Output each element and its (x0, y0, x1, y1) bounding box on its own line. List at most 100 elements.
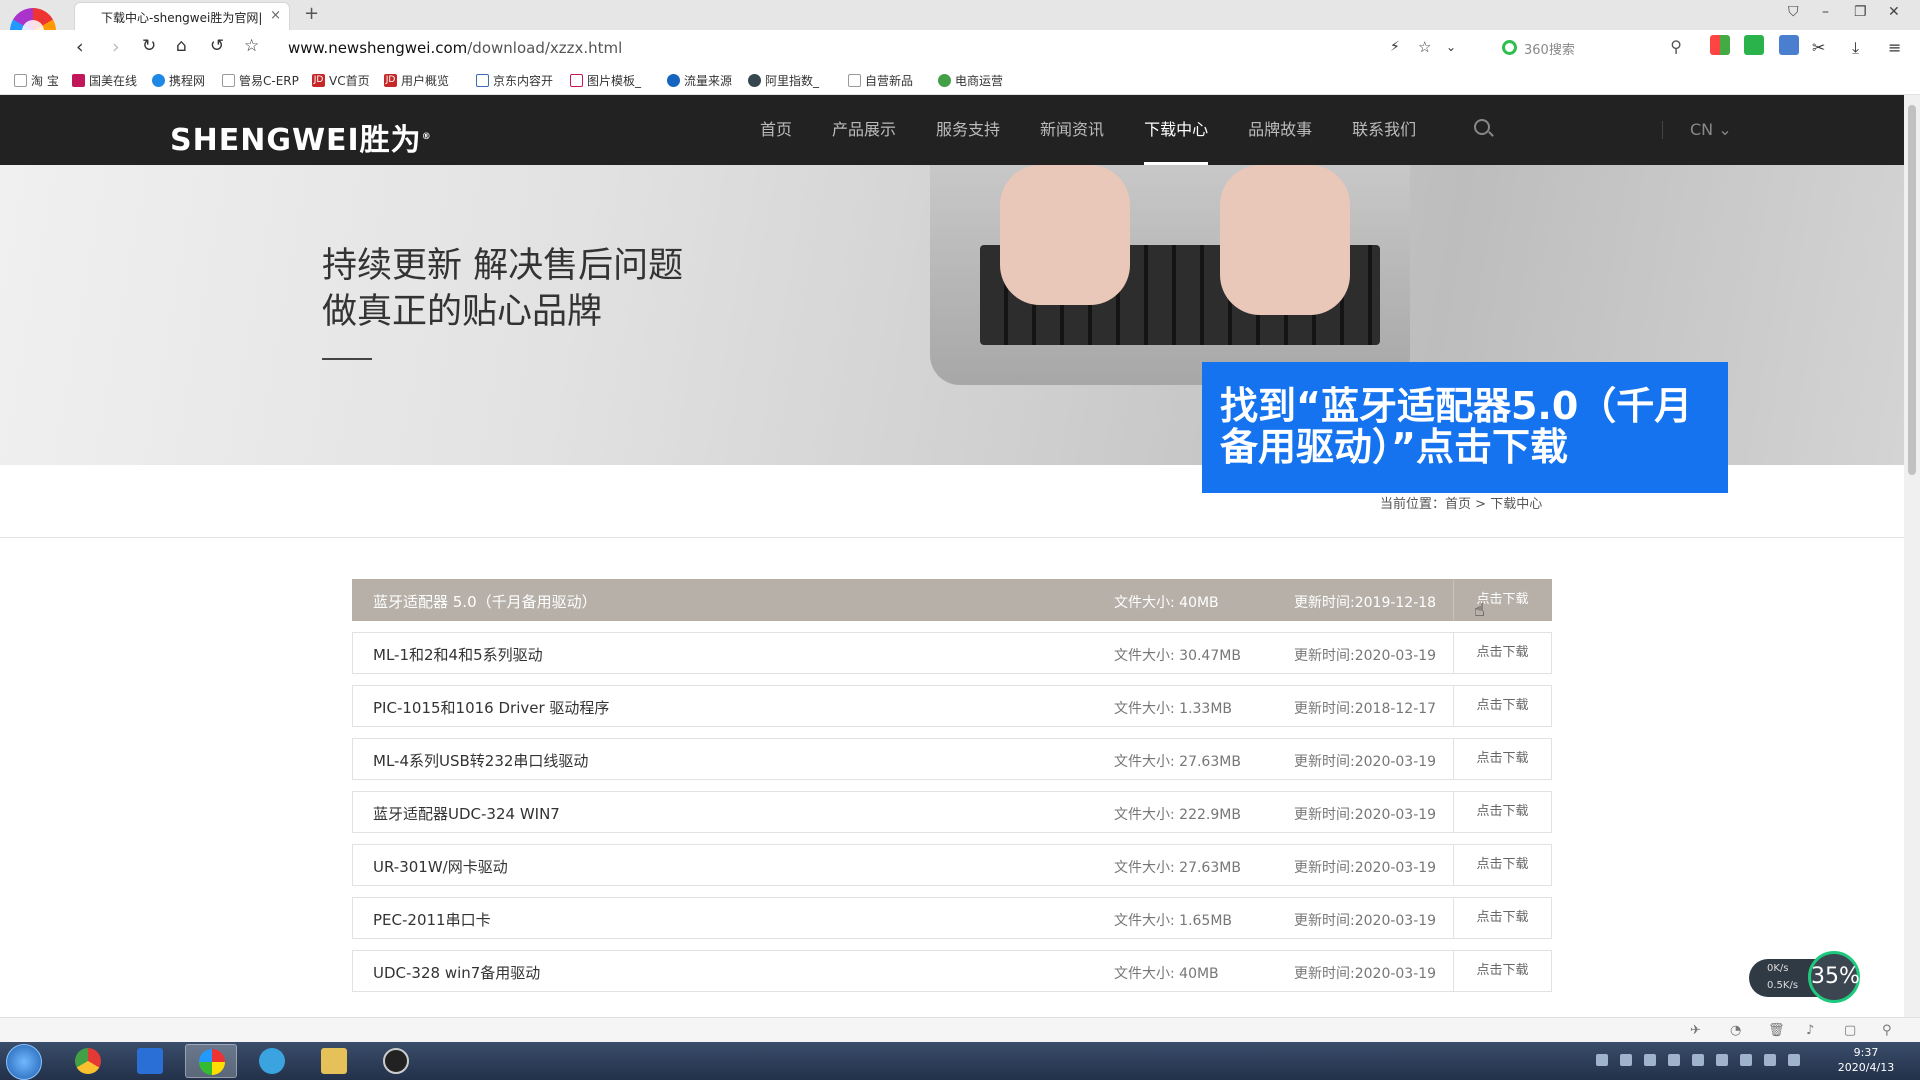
favorite-star-icon[interactable]: ☆ (244, 36, 259, 56)
download-name[interactable]: PEC-2011串口卡 (373, 909, 491, 930)
download-name[interactable]: 蓝牙适配器 5.0（千月备用驱动） (373, 591, 597, 612)
bookmark-item[interactable]: 流量来源 (667, 72, 732, 89)
download-button[interactable]: 点击下载 (1453, 633, 1551, 673)
bookmark-item[interactable]: 淘 宝 (14, 72, 59, 89)
tray-shield-icon[interactable] (1668, 1054, 1680, 1066)
forward-icon[interactable]: › (112, 36, 120, 58)
taskbar-explorer[interactable] (308, 1044, 360, 1078)
download-name[interactable]: UR-301W/网卡驱动 (373, 856, 508, 877)
page-scrollbar[interactable] (1904, 95, 1920, 1017)
download-row[interactable]: PEC-2011串口卡 文件大小: 1.65MB 更新时间:2020-03-19… (352, 897, 1552, 939)
restore-icon[interactable]: ❐ (1854, 4, 1867, 20)
start-button[interactable] (6, 1044, 42, 1080)
nav-home[interactable]: 首页 (760, 95, 792, 165)
back-icon[interactable]: ‹ (76, 36, 84, 58)
download-icon[interactable]: ⤓ (1852, 38, 1859, 58)
nav-service[interactable]: 服务支持 (936, 95, 1000, 165)
bookmark-label: 用户概览 (401, 74, 450, 88)
tray-network-icon[interactable] (1692, 1054, 1704, 1066)
tray-flag-icon[interactable] (1788, 1054, 1800, 1066)
extension-icon[interactable] (1779, 35, 1799, 55)
nav-contact[interactable]: 联系我们 (1352, 95, 1416, 165)
download-name[interactable]: 蓝牙适配器UDC-324 WIN7 (373, 803, 560, 824)
download-button[interactable]: 点击下载 (1453, 792, 1551, 832)
download-button[interactable]: 点击下载 (1453, 739, 1551, 779)
bookmark-item[interactable]: JD VC首页 (312, 72, 370, 89)
taskbar-360-browser[interactable] (185, 1044, 237, 1078)
download-row[interactable]: ML-4系列USB转232串口线驱动 文件大小: 27.63MB 更新时间:20… (352, 738, 1552, 780)
bookmark-item[interactable]: 图片模板_ (570, 72, 641, 89)
chevron-down-icon[interactable]: ⌄ (1446, 40, 1456, 54)
download-row[interactable]: UR-301W/网卡驱动 文件大小: 27.63MB 更新时间:2020-03-… (352, 844, 1552, 886)
tray-app-icon[interactable] (1716, 1054, 1728, 1066)
nav-products[interactable]: 产品展示 (832, 95, 896, 165)
url-field[interactable]: www.newshengwei.com/download/xzzx.html (288, 39, 622, 57)
search-box[interactable]: 360搜索 ⚲ (1490, 35, 1690, 61)
taskbar-obs[interactable] (370, 1044, 422, 1078)
language-selector[interactable]: CN ⌄ (1690, 120, 1732, 139)
download-row[interactable]: 蓝牙适配器 5.0（千月备用驱动） 文件大小: 40MB 更新时间:2019-1… (352, 579, 1552, 621)
tray-volume-icon[interactable] (1764, 1054, 1776, 1066)
scissors-icon[interactable]: ✂ (1812, 38, 1825, 57)
bookmark-item[interactable]: 携程网 (152, 72, 205, 89)
nav-news[interactable]: 新闻资讯 (1040, 95, 1104, 165)
scrollbar-thumb[interactable] (1908, 105, 1916, 475)
taskbar-clock[interactable]: 9:37 2020/4/13 (1836, 1045, 1896, 1075)
tray-security-icon[interactable] (1644, 1054, 1656, 1066)
tray-wifi-icon[interactable] (1740, 1054, 1752, 1066)
download-row[interactable]: PIC-1015和1016 Driver 驱动程序 文件大小: 1.33MB 更… (352, 685, 1552, 727)
download-name[interactable]: PIC-1015和1016 Driver 驱动程序 (373, 697, 609, 718)
download-row[interactable]: UDC-328 win7备用驱动 文件大小: 40MB 更新时间:2020-03… (352, 950, 1552, 992)
skin-icon[interactable]: ⛉ (1788, 4, 1799, 20)
download-button[interactable]: 点击下载 (1453, 845, 1551, 885)
window-icon[interactable]: ▢ (1844, 1023, 1856, 1038)
close-window-icon[interactable]: ✕ (1888, 4, 1900, 20)
taskbar-jdm[interactable] (124, 1044, 176, 1078)
bookmark-item[interactable]: JD 用户概览 (384, 72, 449, 89)
bookmark-star-icon[interactable]: ☆ (1418, 38, 1431, 56)
download-name[interactable]: UDC-328 win7备用驱动 (373, 962, 540, 983)
undo-close-icon[interactable]: ↺ (210, 36, 224, 56)
zoom-icon[interactable]: ⚲ (1882, 1023, 1892, 1038)
new-tab-icon[interactable]: + (304, 3, 319, 24)
site-logo[interactable]: SHENGWEI胜为® (170, 115, 432, 159)
page-icon (848, 74, 861, 87)
apps-icon[interactable] (1710, 35, 1730, 55)
bookmark-item[interactable]: 阿里指数_ (748, 72, 819, 89)
nav-downloads[interactable]: 下载中心 (1144, 95, 1209, 165)
bookmark-item[interactable]: 电商运营 (938, 72, 1003, 89)
search-icon[interactable]: ⚲ (1670, 37, 1682, 56)
close-tab-icon[interactable]: × (270, 8, 281, 23)
bookmark-item[interactable]: 自营新品 (848, 72, 913, 89)
download-button[interactable]: 点击下载 (1453, 580, 1551, 620)
wechat-icon[interactable] (1744, 35, 1764, 55)
trash-icon[interactable]: 🗑 (1768, 1023, 1785, 1038)
minimize-icon[interactable]: – (1822, 4, 1829, 20)
download-button[interactable]: 点击下载 (1453, 898, 1551, 938)
rocket-icon[interactable]: ✈ (1690, 1023, 1701, 1038)
download-row[interactable]: 蓝牙适配器UDC-324 WIN7 文件大小: 222.9MB 更新时间:202… (352, 791, 1552, 833)
bookmark-item[interactable]: 京东内容开 (476, 72, 553, 89)
download-row[interactable]: ML-1和2和4和5系列驱动 文件大小: 30.47MB 更新时间:2020-0… (352, 632, 1552, 674)
tray-keyboard-icon[interactable] (1596, 1054, 1608, 1066)
download-button[interactable]: 点击下载 (1453, 686, 1551, 726)
network-speed-widget[interactable]: 0K/s 0.5K/s 35% (1749, 951, 1860, 1003)
reload-icon[interactable]: ↻ (142, 36, 156, 56)
volume-icon[interactable]: ♪ (1806, 1023, 1814, 1038)
bookmark-item[interactable]: 管易C-ERP (222, 72, 299, 89)
lightning-icon[interactable]: ⚡ (1390, 39, 1400, 55)
home-icon[interactable]: ⌂ (176, 36, 187, 56)
download-button[interactable]: 点击下载 (1453, 951, 1551, 991)
menu-icon[interactable]: ≡ (1888, 38, 1901, 57)
taskbar-chrome[interactable] (62, 1044, 114, 1078)
bookmark-item[interactable]: 国美在线 (72, 72, 137, 89)
download-name[interactable]: ML-1和2和4和5系列驱动 (373, 644, 543, 665)
download-name[interactable]: ML-4系列USB转232串口线驱动 (373, 750, 588, 771)
breadcrumb-home-link[interactable]: 首页 (1445, 497, 1471, 512)
taskbar-qq[interactable] (246, 1044, 298, 1078)
nav-brand-story[interactable]: 品牌故事 (1248, 95, 1312, 165)
browser-tab[interactable]: 下载中心-shengwei胜为官网| × (74, 2, 290, 30)
tray-app-icon[interactable] (1620, 1054, 1632, 1066)
accelerate-icon[interactable]: ◔ (1730, 1023, 1741, 1038)
site-search-icon[interactable] (1474, 119, 1490, 135)
